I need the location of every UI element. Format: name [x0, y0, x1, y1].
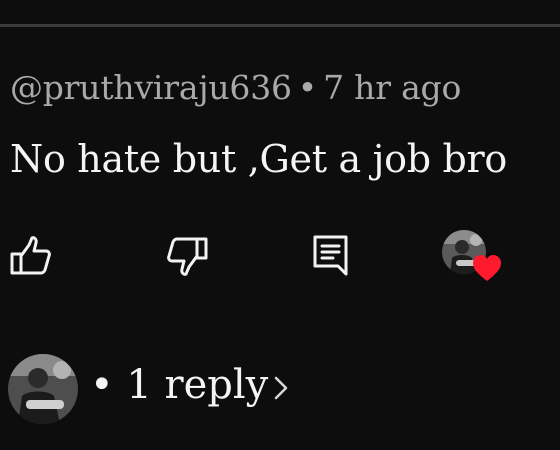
thumbs-down-icon [167, 237, 208, 276]
replies-toggle[interactable]: • 1 reply [8, 354, 408, 424]
reply-bullet: • [90, 362, 114, 408]
chevron-right-icon [274, 376, 288, 400]
comment-text: No hate but ,Get a job bro [10, 137, 507, 181]
reply-count-label: • 1 reply [90, 362, 268, 408]
reply-count: 1 reply [126, 362, 269, 408]
like-button[interactable] [0, 226, 60, 286]
thumbs-up-icon [10, 236, 51, 275]
meta-separator: • [297, 68, 318, 107]
comment-icon [313, 235, 348, 276]
heart-icon [473, 255, 501, 281]
dislike-button[interactable] [158, 226, 218, 286]
creator-heart [442, 230, 504, 286]
comment-meta: @pruthviraju636 • 7 hr ago [10, 68, 461, 107]
top-divider [0, 24, 560, 27]
comment-time: 7 hr ago [323, 68, 462, 107]
reply-comment-button[interactable] [300, 226, 360, 286]
reply-avatar [8, 354, 78, 424]
comment-author[interactable]: @pruthviraju636 [10, 68, 292, 107]
